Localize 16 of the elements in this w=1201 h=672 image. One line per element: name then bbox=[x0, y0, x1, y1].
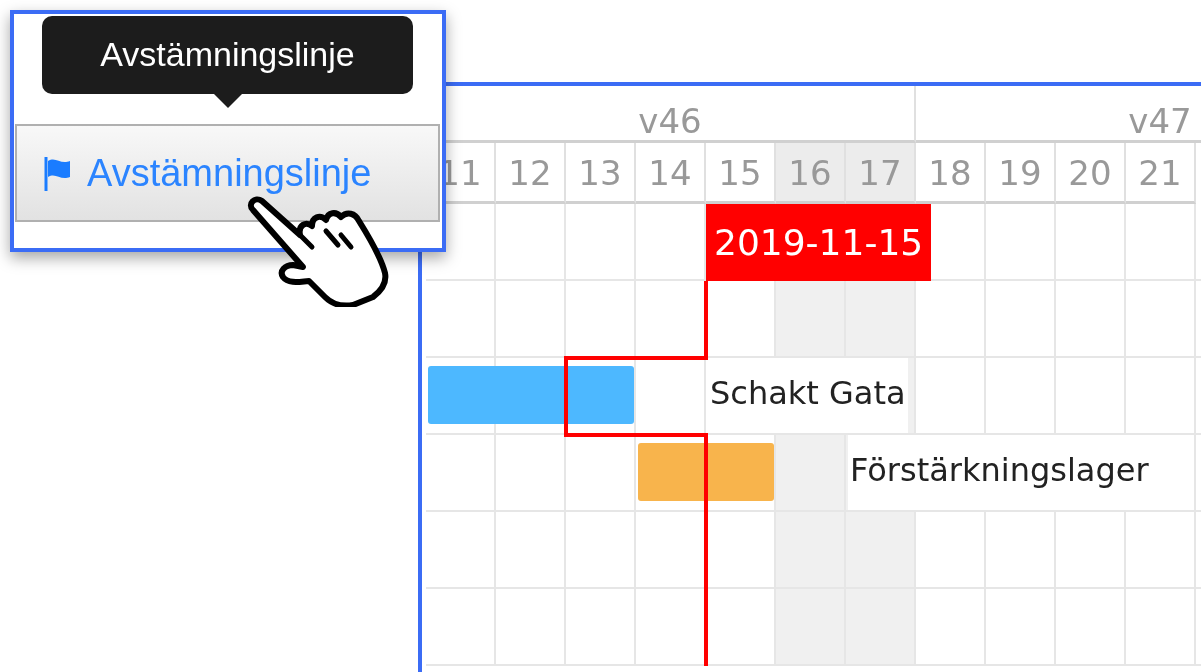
baseline-button[interactable]: Avstämningslinje bbox=[15, 124, 440, 222]
day-header: 13 bbox=[566, 143, 636, 204]
task-name: Förstärkningslager bbox=[848, 435, 1151, 510]
day-header: 16 bbox=[776, 143, 846, 204]
tooltip: Avstämningslinje bbox=[42, 16, 413, 94]
day-header: 14 bbox=[636, 143, 706, 204]
day-header: 19 bbox=[986, 143, 1056, 204]
day-header: 17 bbox=[846, 143, 916, 204]
baseline-date-label: 2019-11-15 bbox=[706, 204, 932, 281]
task-bar[interactable] bbox=[638, 443, 774, 501]
flag-icon bbox=[43, 155, 73, 191]
day-header: 21 bbox=[1126, 143, 1196, 204]
day-header: 12 bbox=[496, 143, 566, 204]
day-header: 20 bbox=[1056, 143, 1126, 204]
tooltip-arrow bbox=[213, 94, 242, 108]
week-header: v47 bbox=[916, 86, 1201, 143]
